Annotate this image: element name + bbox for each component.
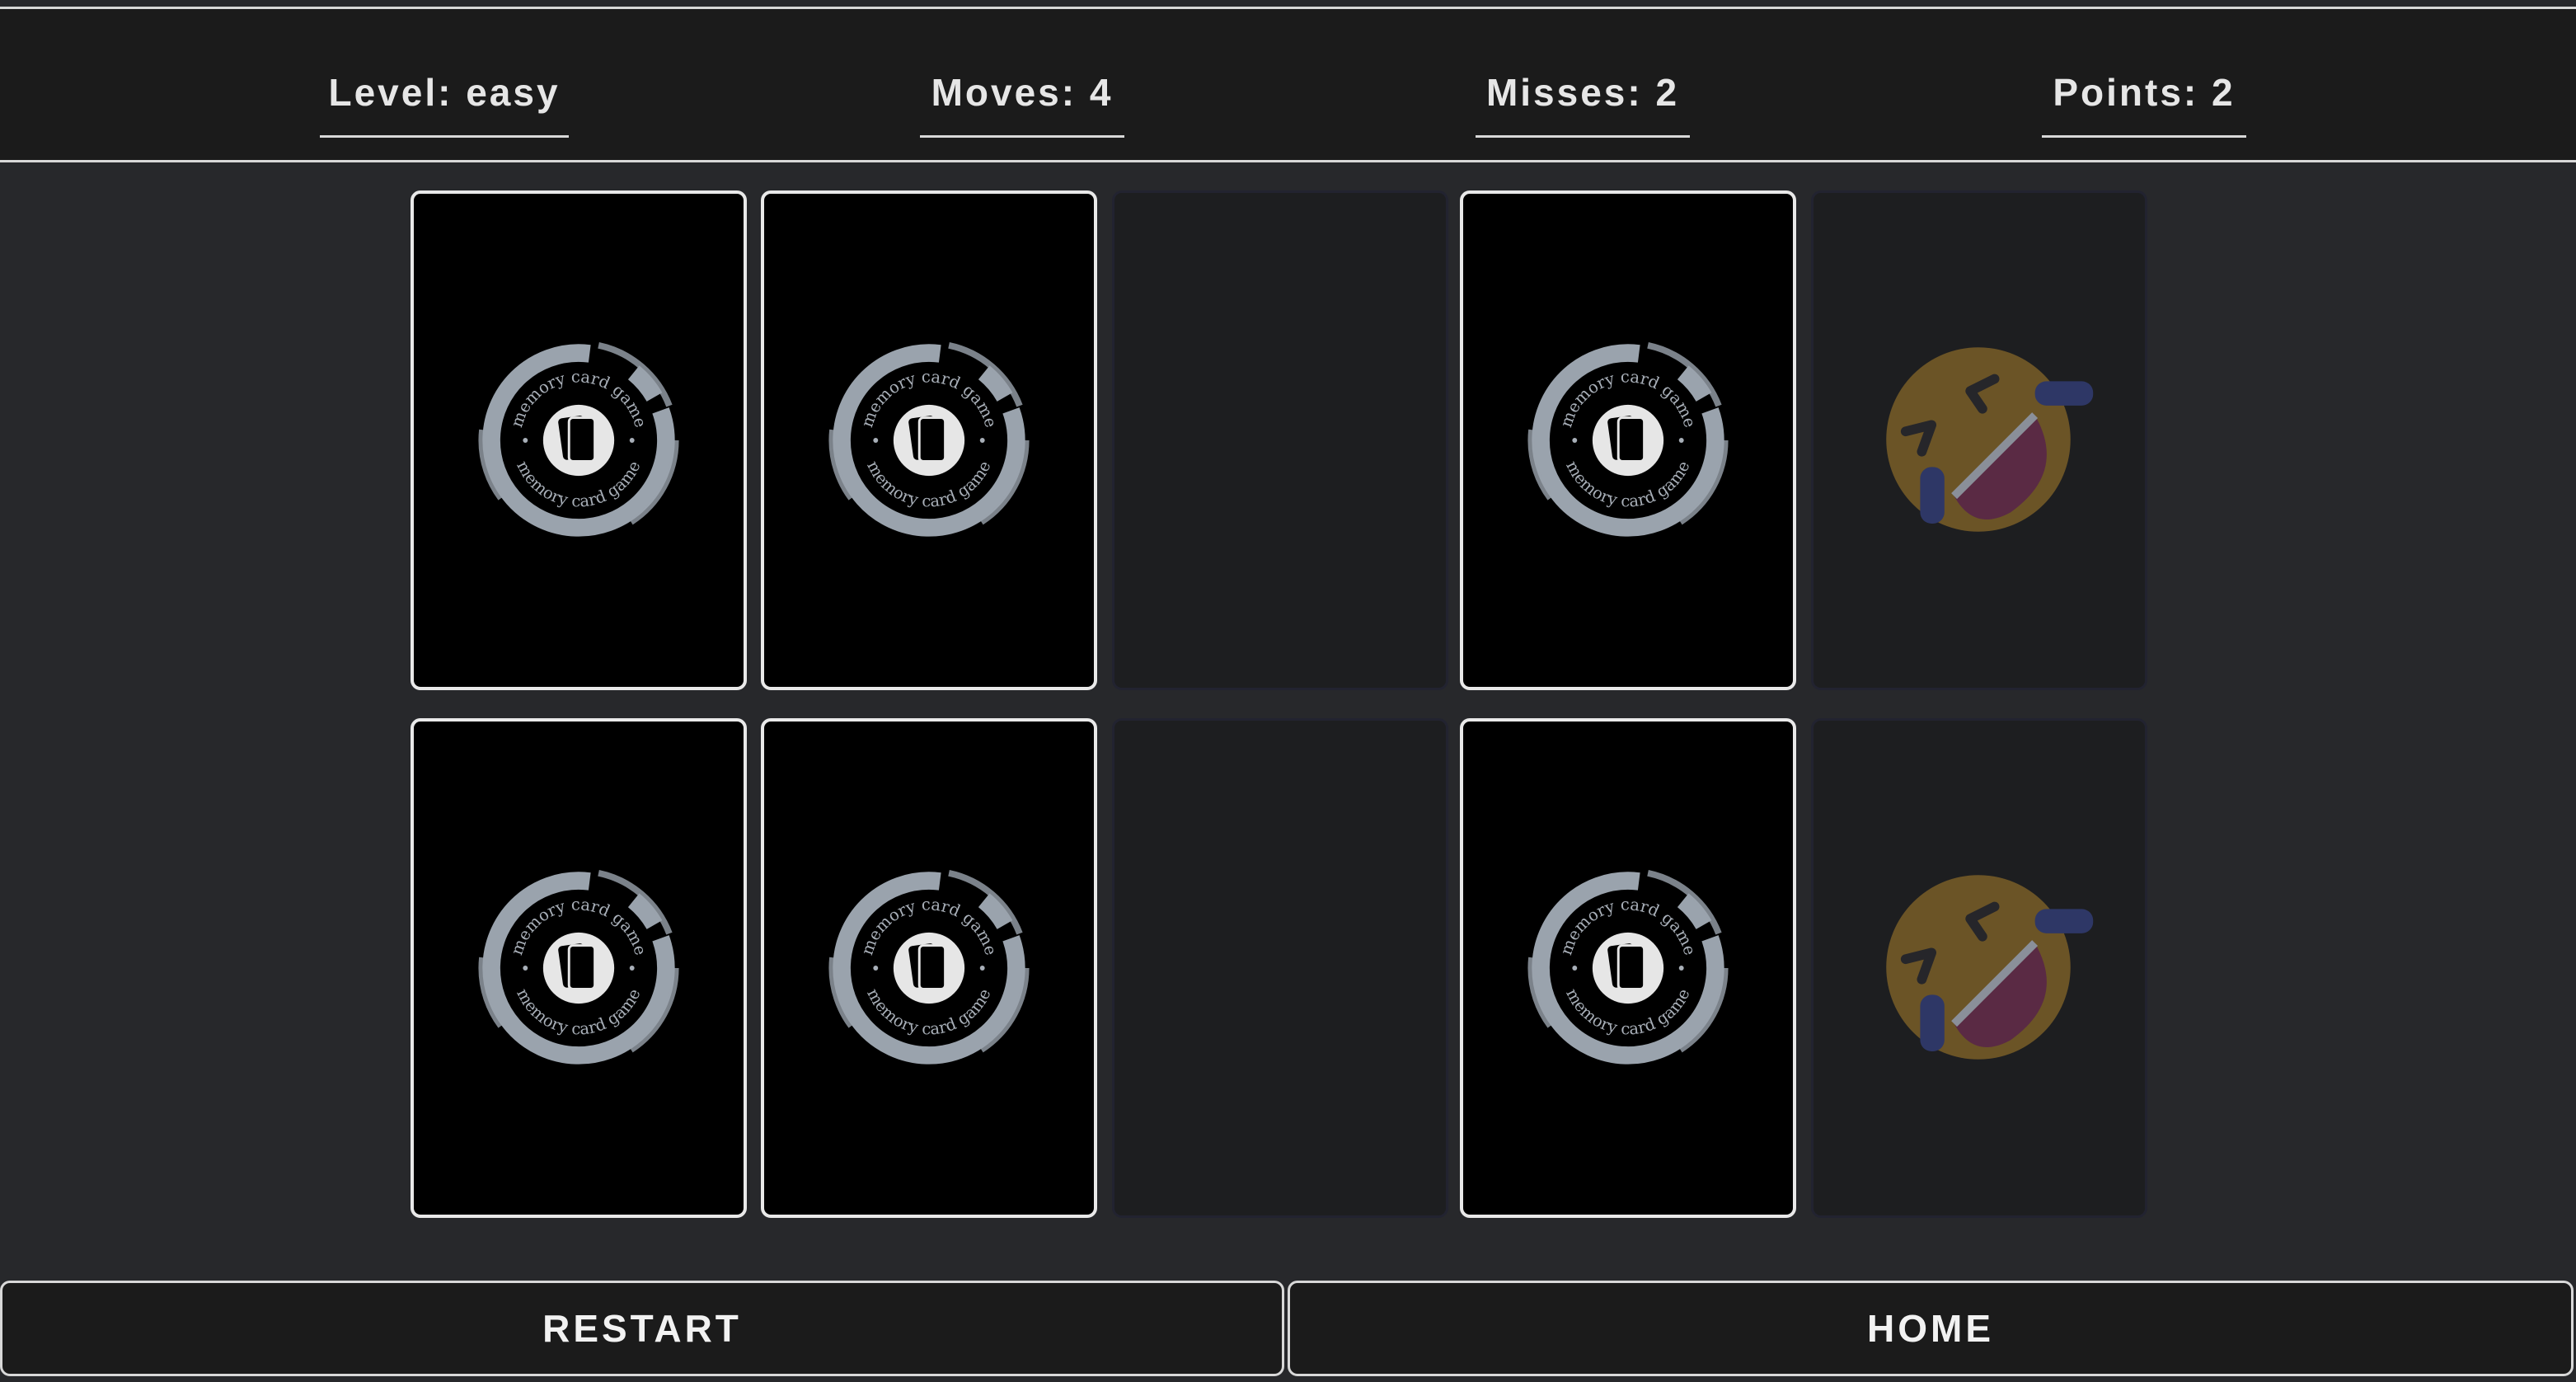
card-face-down[interactable]: memory card game memory card game (411, 718, 747, 1218)
cards-icon (1607, 943, 1646, 990)
footer-bar: RESTART HOME (0, 1281, 2576, 1382)
card-face (1886, 347, 2094, 532)
rolling-on-floor-laughing-emoji-icon (1886, 875, 2094, 1060)
cards-icon (558, 416, 597, 463)
card-face-down[interactable]: memory card game memory card game (411, 190, 747, 690)
card-face (1886, 875, 2094, 1060)
memory-card-logo: memory card gamememory card game (828, 867, 1030, 1069)
card-face: memory card gamememory card game (1527, 867, 1729, 1069)
card-face: memory card gamememory card game (828, 867, 1030, 1069)
card-slot-empty (1112, 190, 1448, 690)
cards-icon (1607, 416, 1646, 463)
card-face-down[interactable]: memory card game memory card game (761, 190, 1097, 690)
restart-button[interactable]: RESTART (0, 1281, 1284, 1376)
card-face-down[interactable]: memory card game memory card game (1460, 718, 1796, 1218)
cards-icon (558, 943, 597, 990)
cards-icon (908, 416, 947, 463)
card-matched (1811, 190, 2147, 690)
memory-card-logo: memory card gamememory card game (1527, 340, 1729, 541)
memory-card-logo: memory card gamememory card game (828, 340, 1030, 541)
moves-counter: Moves: 4 (920, 59, 1124, 138)
card-face: memory card gamememory card game (1527, 340, 1729, 541)
card-face: memory card gamememory card game (828, 340, 1030, 541)
misses-counter: Misses: 2 (1476, 59, 1690, 138)
card-face: memory card gamememory card game (478, 340, 679, 541)
level-indicator: Level: easy (320, 59, 569, 138)
card-face-down[interactable]: memory card game memory card game (761, 718, 1097, 1218)
rolling-on-floor-laughing-emoji-icon (1886, 347, 2094, 532)
memory-card-logo: memory card gamememory card game (478, 867, 679, 1069)
memory-card-logo: memory card gamememory card game (1527, 867, 1729, 1069)
cards-icon (908, 943, 947, 990)
home-button[interactable]: HOME (1288, 1281, 2574, 1376)
card-grid: memory card game memory card game memory c… (0, 165, 2576, 1278)
card-face: memory card gamememory card game (478, 867, 679, 1069)
card-face-down[interactable]: memory card game memory card game (1460, 190, 1796, 690)
memory-card-logo: memory card gamememory card game (478, 340, 679, 541)
stats-header: Level: easy Moves: 4 Misses: 2 Points: 2 (0, 9, 2576, 162)
points-counter: Points: 2 (2042, 59, 2246, 138)
card-slot-empty (1112, 718, 1448, 1218)
card-matched (1811, 718, 2147, 1218)
